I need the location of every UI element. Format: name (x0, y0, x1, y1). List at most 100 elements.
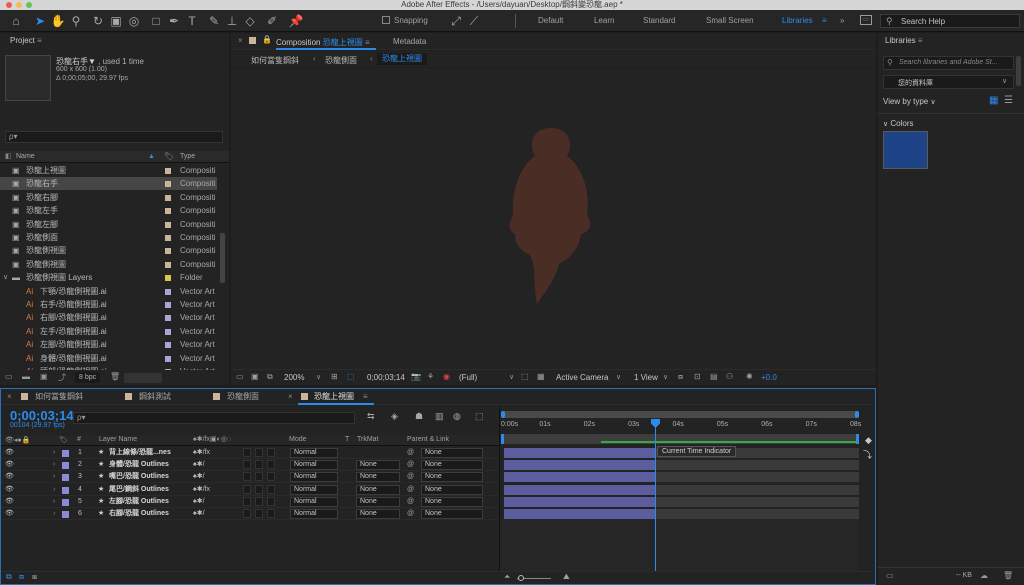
layer-bar-remaining[interactable] (654, 496, 859, 507)
transfer-controls-toggle-icon[interactable]: ⧈ (19, 572, 24, 582)
time-ruler[interactable]: 0:00s 01s 02s 03s 04s 05s 06s 07s 08s (501, 419, 861, 433)
brush-tool-icon[interactable]: ✎ (206, 13, 222, 29)
work-area-start[interactable] (501, 434, 504, 444)
libraries-scrollbar[interactable] (1016, 56, 1021, 86)
region-of-interest-icon[interactable]: ⬚ (521, 372, 529, 381)
layer-duration-bar[interactable] (504, 472, 655, 483)
type-column-header[interactable]: Type (180, 153, 195, 160)
cloud-sync-icon[interactable]: ☁ (980, 571, 988, 580)
label-tag-icon[interactable]: 🏷 (59, 436, 68, 444)
layer-bar-remaining[interactable] (654, 509, 859, 519)
puppet-pin-tool-icon[interactable]: 📌 (288, 13, 304, 29)
graph-editor-icon[interactable]: ⬚ (475, 411, 484, 422)
close-tab-icon[interactable]: × (238, 36, 243, 45)
view-by-type-dropdown[interactable]: View by type ∨ (883, 97, 936, 106)
sort-ascending-icon[interactable]: ▲ (148, 153, 155, 160)
current-time-display[interactable]: 0;00;03;14 (10, 408, 74, 423)
camera-tool-icon[interactable]: ▣ (108, 13, 124, 29)
project-item[interactable]: ▣ 恐龍左手 Compositi (0, 204, 217, 217)
type-tool-icon[interactable]: T (184, 13, 200, 29)
toggle-pixel-aspect-icon[interactable]: ⧈ (678, 372, 683, 382)
comp-mini-flowchart-icon[interactable]: ⇆ (367, 411, 375, 422)
zoom-window-button[interactable] (26, 2, 32, 8)
project-item[interactable]: Ai 右手/恐龍側視圖.ai Vector Art (0, 298, 217, 311)
chevron-down-icon[interactable]: ∨ (616, 373, 621, 381)
timeline-tab-1[interactable]: 如何當隻鋼斜 (35, 389, 83, 405)
library-selector[interactable]: 您的資料庫 ∨ (883, 75, 1014, 89)
workspace-menu-icon[interactable]: ≡ (822, 16, 827, 25)
bpc-button[interactable]: 8 bpc (75, 372, 101, 383)
grid-icon[interactable]: ⊞ (331, 372, 338, 381)
flowchart-icon[interactable]: ⤴ (58, 372, 66, 383)
workspace-overflow-icon[interactable]: » (840, 16, 844, 25)
monitor-icon[interactable]: ▣ (251, 372, 259, 381)
color-channel-icon[interactable]: ◉ (443, 372, 450, 381)
transparency-toggle-icon[interactable]: ▦ (537, 372, 545, 381)
trash-icon[interactable]: 🗑 (1003, 571, 1013, 580)
minimize-window-button[interactable] (16, 2, 22, 8)
always-preview-icon[interactable]: ▭ (236, 372, 244, 381)
new-composition-icon[interactable]: ▣ (40, 372, 48, 381)
pan-behind-tool-icon[interactable]: ◎ (126, 13, 142, 29)
name-column-header[interactable]: Name (16, 153, 35, 160)
eraser-tool-icon[interactable]: ◇ (242, 13, 258, 29)
chevron-down-icon[interactable]: ∨ (509, 373, 514, 381)
close-window-button[interactable] (6, 2, 12, 8)
lock-icon[interactable]: 🔒 (262, 35, 272, 44)
motion-blur-icon[interactable]: ◍ (453, 411, 461, 422)
composition-viewer[interactable] (231, 68, 876, 369)
layer-duration-bar[interactable] (504, 484, 655, 495)
home-icon[interactable]: ⌂ (8, 13, 24, 29)
close-tab-icon[interactable]: × (288, 392, 293, 401)
layer-name-header[interactable]: Layer Name (99, 436, 137, 443)
snapshot-camera-icon[interactable]: 📷 (411, 372, 421, 381)
zoom-tool-icon[interactable]: ⚲ (68, 13, 84, 29)
close-tab-icon[interactable]: × (7, 392, 12, 401)
rectangle-tool-icon[interactable]: □ (148, 13, 164, 29)
label-tag-icon[interactable]: 🏷 (164, 152, 174, 161)
show-snapshot-icon[interactable]: ⚘ (427, 372, 434, 381)
view-layout-dropdown[interactable]: 1 View (634, 373, 658, 382)
project-item[interactable]: ▣ 恐龍左腳 Compositi (0, 218, 217, 231)
layer-bar-remaining[interactable] (654, 472, 859, 483)
timeline-search-input[interactable]: ρ▾ (73, 412, 355, 424)
snap-edges-icon[interactable]: ⟋ (466, 13, 482, 29)
time-navigator-bar[interactable] (501, 411, 859, 418)
frame-blending-icon[interactable]: ▥ (435, 411, 444, 422)
in-out-toggle-icon[interactable]: ⧆ (32, 572, 37, 582)
flowchart-icon[interactable]: ⚇ (726, 372, 733, 381)
project-item[interactable]: ▣ 恐龍右手 Compositi (0, 177, 217, 191)
colors-section-header[interactable]: ∨ Colors (883, 119, 913, 128)
clone-stamp-tool-icon[interactable]: ⊥ (224, 13, 240, 29)
roto-brush-tool-icon[interactable]: ✐ (264, 13, 280, 29)
layer-switches-toggle-icon[interactable]: ⧉ (6, 572, 12, 582)
trash-icon[interactable]: 🗑 (110, 372, 120, 381)
layer-duration-bar[interactable] (504, 448, 655, 458)
work-area-bar[interactable] (501, 434, 859, 444)
comp-marker-bin-icon[interactable]: ◆ (865, 435, 872, 446)
project-item[interactable]: Ai 右腳/恐龍側視圖.ai Vector Art (0, 311, 217, 324)
label-column-icon[interactable]: ◧ (5, 152, 12, 160)
transparency-grid-icon[interactable]: ⬚ (347, 372, 355, 381)
search-help-field[interactable]: ⚲ Search Help (880, 14, 1020, 28)
rotate-tool-icon[interactable]: ↻ (90, 13, 106, 29)
workspace-standard[interactable]: Standard (643, 16, 675, 25)
project-h-scrollbar[interactable] (124, 373, 162, 383)
folder-icon[interactable]: ▭ (886, 571, 894, 580)
breadcrumb-item-2[interactable]: 恐龍側面 (325, 55, 357, 66)
project-item[interactable]: ▣ 恐龍上視圖 Compositi (0, 164, 217, 177)
project-list-scrollbar[interactable] (220, 233, 225, 283)
zoom-in-icon[interactable]: ⛰ (563, 572, 570, 582)
interpret-footage-icon[interactable]: ▭ (5, 372, 13, 381)
mask-visibility-icon[interactable]: ⧉ (267, 372, 273, 382)
viewer-timecode[interactable]: 0;00;03;14 (367, 373, 405, 382)
libraries-search-input[interactable]: ⚲ Search libraries and Adobe St... (883, 56, 1014, 70)
project-item[interactable]: Ai 身體/恐龍側視圖.ai Vector Art (0, 352, 217, 365)
timeline-tab-2[interactable]: 鋼斜測試 (139, 389, 171, 405)
zoom-dropdown[interactable]: 200% (284, 373, 304, 382)
project-item[interactable]: ▣ 恐龍右腳 Compositi (0, 191, 217, 204)
zoom-slider-thumb[interactable] (518, 575, 524, 581)
workspace-default[interactable]: Default (538, 16, 563, 25)
layer-duration-bar[interactable] (504, 496, 655, 507)
navigator-end-handle[interactable] (855, 411, 859, 418)
